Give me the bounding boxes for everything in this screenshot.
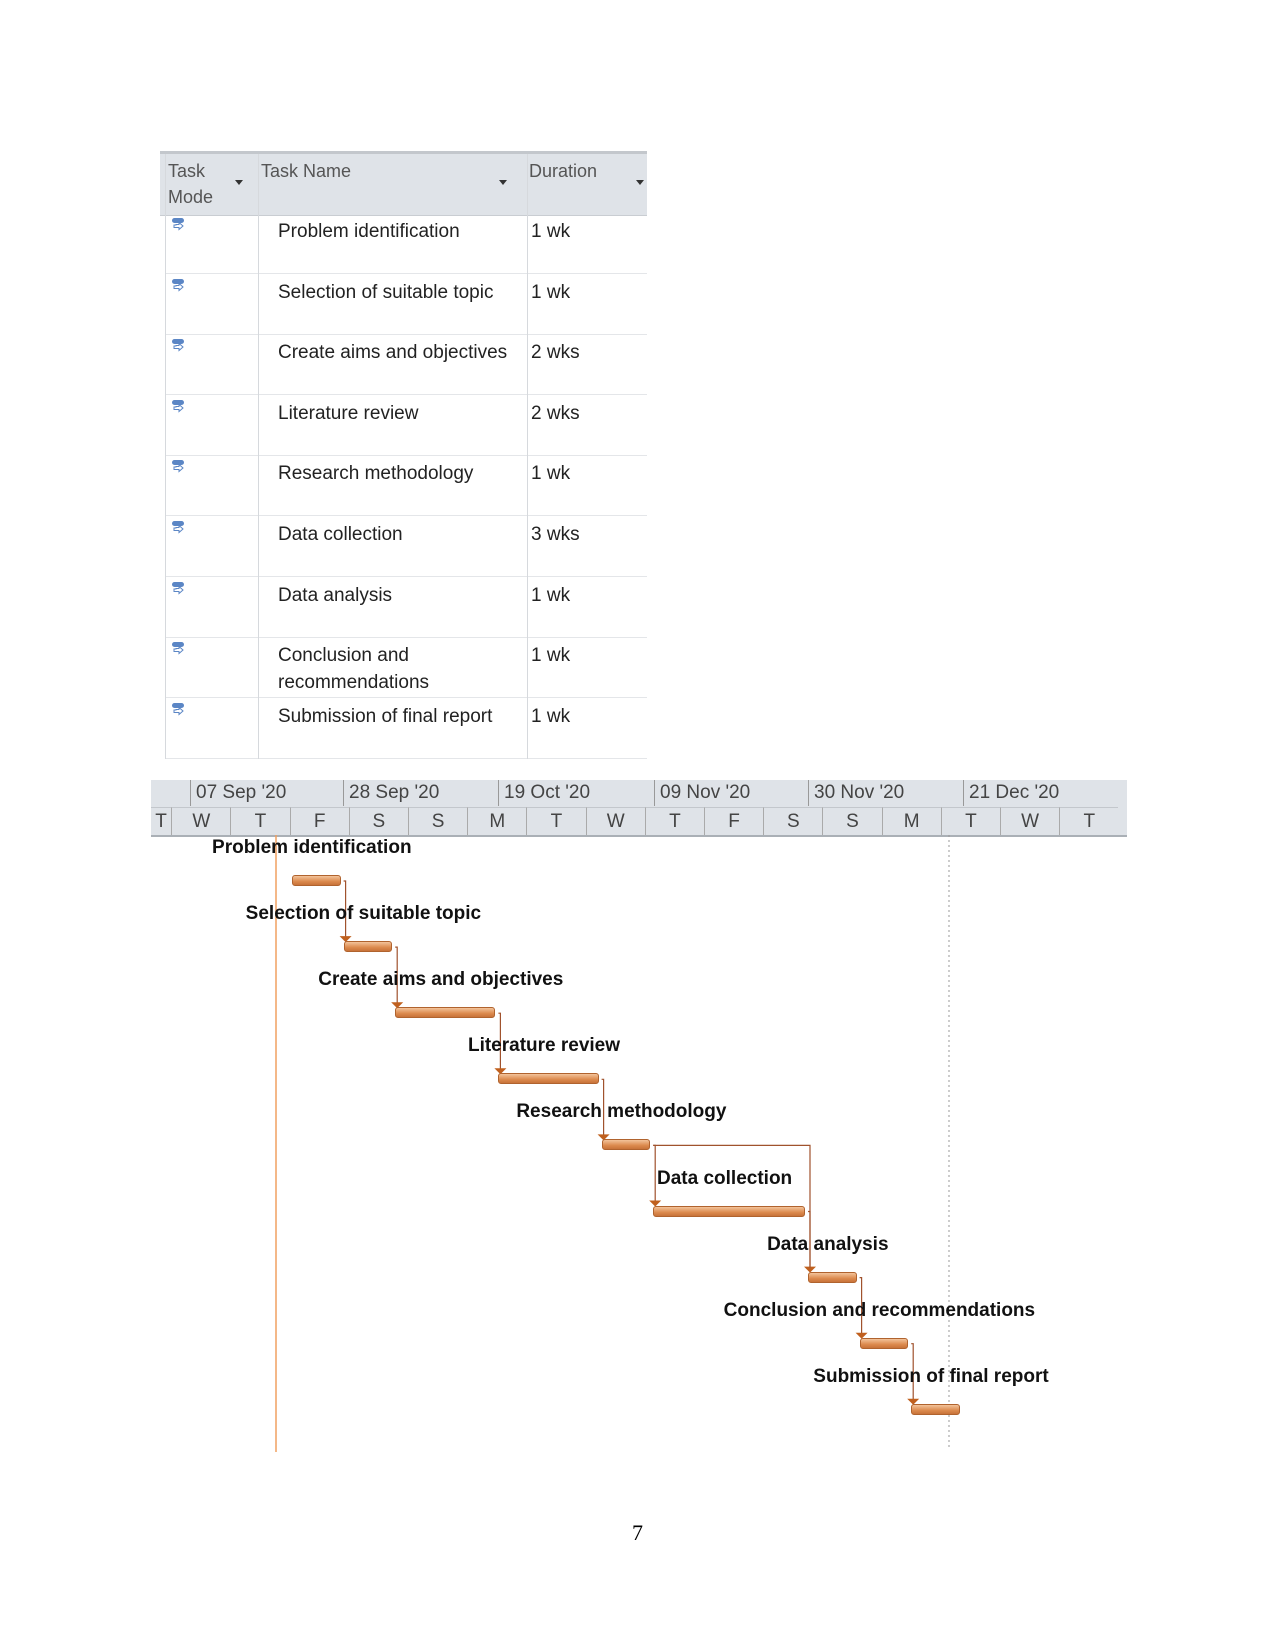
gantt-bar-label: Data collection bbox=[657, 1167, 793, 1189]
gantt-bar-label: Data analysis bbox=[767, 1233, 889, 1255]
gantt-bar[interactable] bbox=[859, 1337, 909, 1349]
gantt-bar[interactable] bbox=[808, 1271, 857, 1283]
gantt-bar[interactable] bbox=[653, 1205, 805, 1217]
gantt-bar-label: Problem identification bbox=[212, 837, 412, 858]
gantt-chart bbox=[275, 835, 950, 1452]
gantt-bar[interactable] bbox=[292, 875, 341, 886]
gantt-bar[interactable] bbox=[498, 1073, 599, 1085]
gantt-bar-label: Selection of suitable topic bbox=[245, 903, 482, 925]
gantt-bar-label: Conclusion and recommendations bbox=[723, 1299, 1036, 1321]
gantt-bar[interactable] bbox=[395, 1007, 496, 1019]
gantt-bar[interactable] bbox=[343, 941, 393, 953]
gantt-bar-label: Research methodology bbox=[516, 1101, 727, 1123]
gantt-bar-label: Submission of final report bbox=[813, 1365, 1049, 1387]
gantt-bar-label: Create aims and objectives bbox=[318, 969, 564, 991]
dependency-link bbox=[653, 1144, 656, 1202]
gantt-bar-label: Literature review bbox=[467, 1035, 621, 1057]
gantt-bar[interactable] bbox=[601, 1139, 651, 1151]
page-number: 7 bbox=[632, 1520, 643, 1545]
document-page: Task Mode Task Name Duration Problem iden… bbox=[0, 0, 1275, 1650]
gantt-bar[interactable] bbox=[911, 1403, 960, 1415]
